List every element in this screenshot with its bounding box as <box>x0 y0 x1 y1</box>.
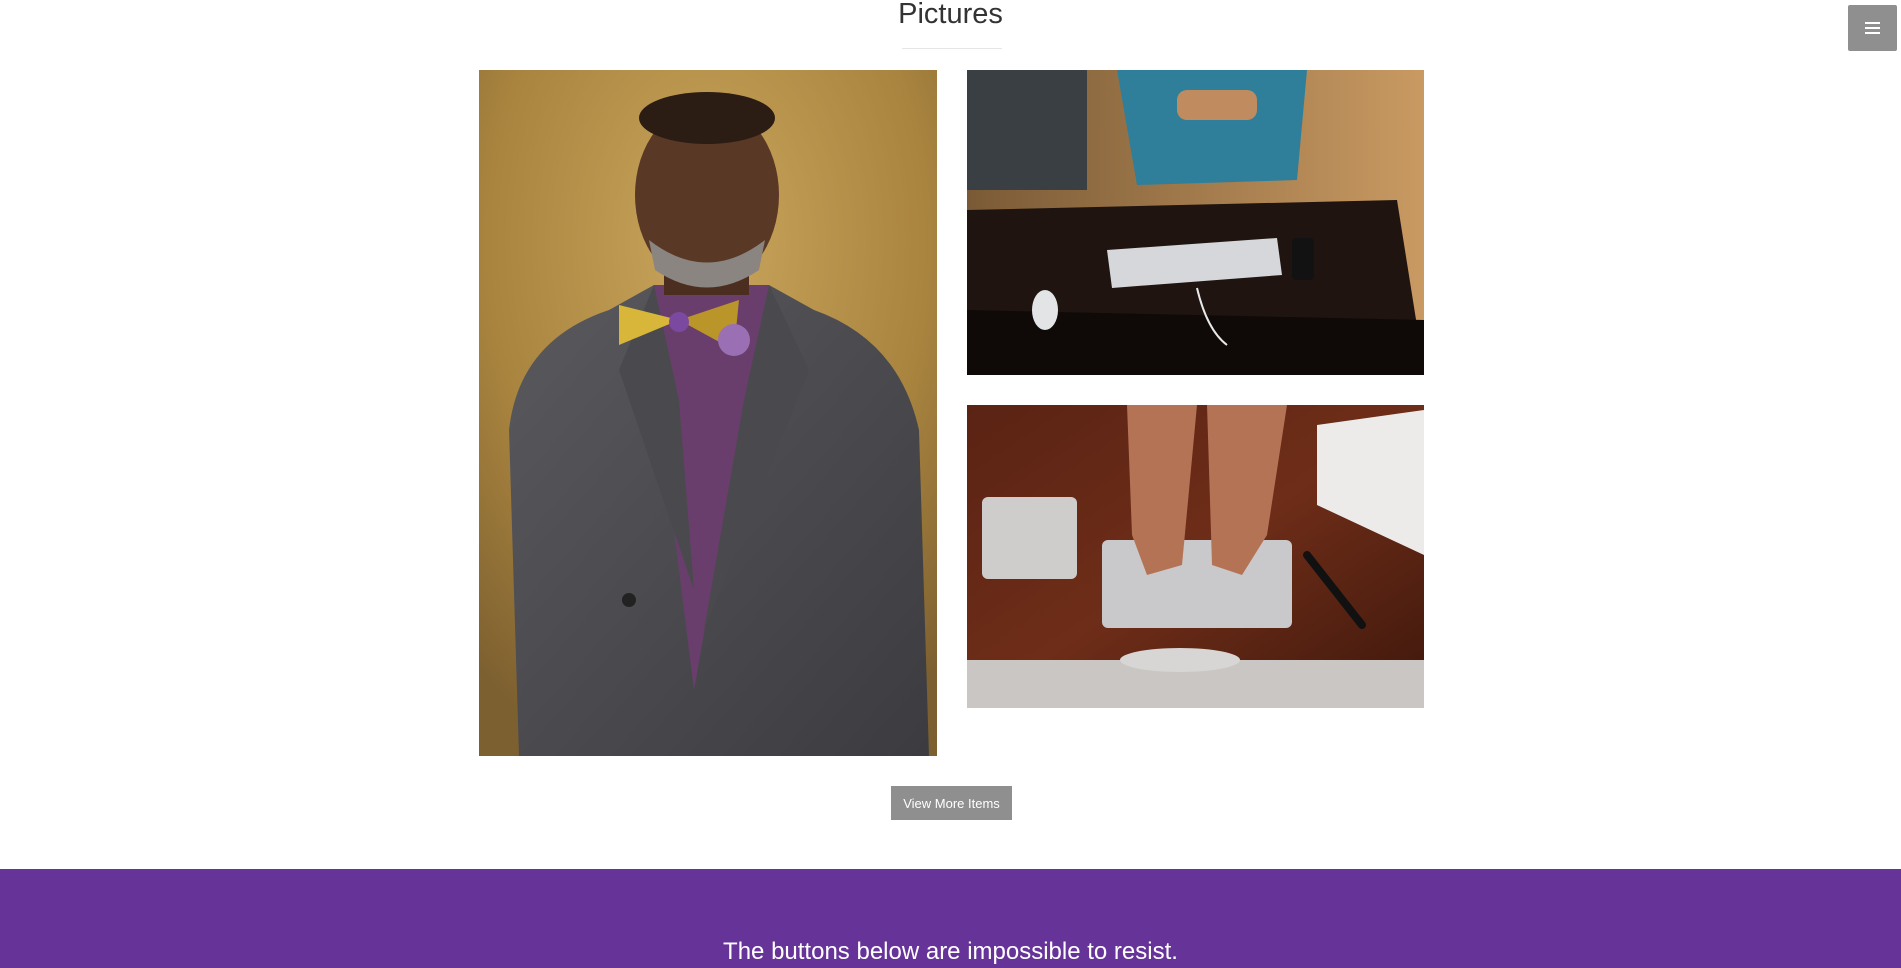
view-more-button[interactable]: View More Items <box>891 786 1012 820</box>
menu-toggle-button[interactable] <box>1848 5 1897 51</box>
desk-image <box>967 70 1424 375</box>
hamburger-menu-icon <box>1865 22 1880 34</box>
gallery-item-portrait[interactable] <box>479 70 937 756</box>
title-divider <box>902 48 1002 49</box>
page: Pictures View More Items The buttons bel… <box>0 0 1901 968</box>
typing-image <box>967 405 1424 708</box>
gallery-item-typing[interactable] <box>967 405 1424 708</box>
cta-band: The buttons below are impossible to resi… <box>0 869 1901 968</box>
cta-text: The buttons below are impossible to resi… <box>723 938 1178 965</box>
gallery-item-desk[interactable] <box>967 70 1424 375</box>
portrait-image <box>479 70 937 756</box>
section-title: Pictures <box>898 0 1003 30</box>
